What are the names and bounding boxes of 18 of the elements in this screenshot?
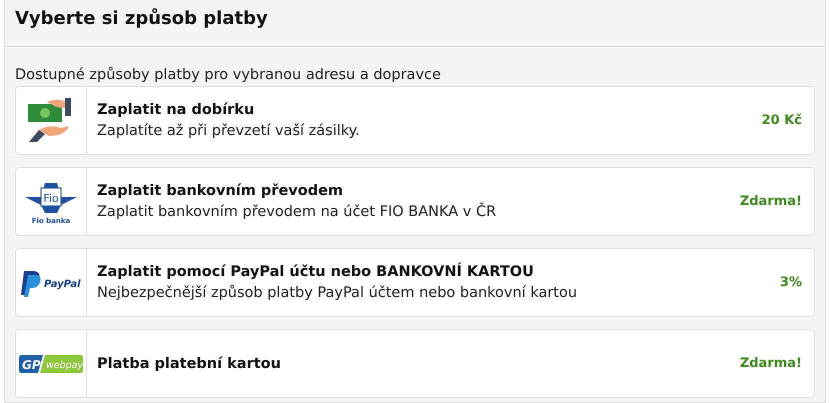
webpay-logo: GP webpay xyxy=(19,354,83,374)
payment-option[interactable]: Zaplatit na dobírku Zaplatíte až při převzetí vaší zásilky. 20 Kč xyxy=(15,86,815,155)
section-title: Vyberte si způsob platby xyxy=(14,8,268,29)
payment-option[interactable]: PayPal Zaplatit pomocí PayPal účtu nebo BANKOVNÍ KARTOU Nejbezpečnější způsob platby PayPal účtem nebo bankovní kartou 3% xyxy=(15,248,815,317)
method-description: Zaplatíte až při převzetí vaší zásilky. xyxy=(97,123,361,139)
method-description: Nejbezpečnější způsob platby PayPal účtem nebo bankovní kartou xyxy=(97,285,578,301)
method-title: Zaplatit pomocí PayPal účtu nebo BANKOVNÍ KARTOU xyxy=(97,264,535,280)
price-label: Zdarma! xyxy=(740,356,803,371)
method-title: Zaplatit bankovním převodem xyxy=(97,183,344,199)
payment-option[interactable]: GP webpay Platba platební kartou Zdarma! xyxy=(15,329,815,398)
method-title: Platba platební kartou xyxy=(97,356,282,372)
section-subtitle: Dostupné způsoby platby pro vybranou adresu a dopravce xyxy=(15,67,442,83)
method-title: Zaplatit na dobírku xyxy=(97,102,256,118)
price-label: 3% xyxy=(780,275,803,290)
method-description: Zaplatit bankovním převodem na účet FIO BANKA v ČR xyxy=(97,204,498,220)
paypal-logo: PayPal xyxy=(20,268,82,298)
price-label: 20 Kč xyxy=(762,113,803,128)
price-label: Zdarma! xyxy=(740,194,803,209)
